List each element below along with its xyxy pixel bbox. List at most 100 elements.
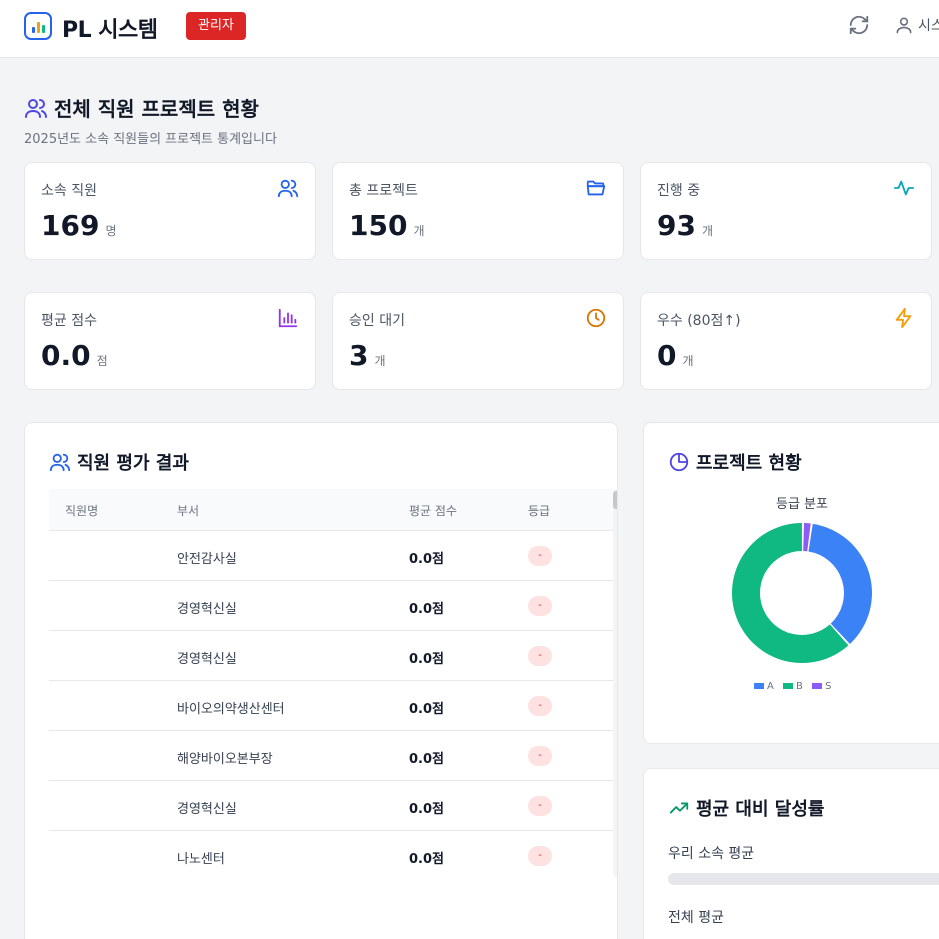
grade-badge: - (528, 796, 552, 816)
page-title: 전체 직원 프로젝트 현황 (54, 97, 259, 121)
cell-department: 나노센터 (177, 852, 225, 867)
cell-department: 경영혁신실 (177, 602, 237, 617)
users-icon (25, 98, 47, 118)
stat-unit: 개 (682, 354, 694, 368)
stat-value: 150 (349, 209, 408, 242)
cell-department: 바이오의약생산센터 (177, 702, 285, 717)
refresh-button[interactable] (848, 14, 874, 40)
legend-label: S (825, 681, 832, 692)
activity-icon (893, 180, 915, 196)
achievement-header: 평균 대비 달성률 (668, 795, 824, 821)
stat-label: 총 프로젝트 (349, 183, 418, 199)
top-header: PL 시스템 관리자 시스 (0, 0, 939, 58)
stat-label: 승인 대기 (349, 313, 405, 329)
table-scrollbar-track[interactable] (613, 489, 617, 877)
table-row[interactable]: 바이오의약생산센터 0.0점 - (49, 681, 615, 731)
cell-score: 0.0점 (409, 802, 444, 817)
grade-badge: - (528, 696, 552, 716)
stat-label: 우수 (80점↑) (657, 313, 741, 329)
grade-badge: - (528, 746, 552, 766)
table-scrollbar-thumb[interactable] (613, 491, 617, 509)
achievement-panel: 평균 대비 달성률 우리 소속 평균 전체 평균 (643, 768, 939, 939)
legend-item-b[interactable]: B (783, 681, 803, 692)
achievement-bar-ours (668, 873, 939, 885)
grade-badge: - (528, 646, 552, 666)
column-header-score[interactable]: 평균 점수 (409, 502, 457, 519)
table-row[interactable]: 나노센터 0.0점 - (49, 831, 615, 877)
achievement-title: 평균 대비 달성률 (696, 799, 825, 820)
stat-value: 169 (41, 209, 100, 242)
bar-chart-icon (278, 308, 298, 328)
stat-card-pending-approval: 승인 대기 3개 (332, 292, 624, 390)
stat-value: 93 (657, 209, 696, 242)
stat-value: 0.0 (41, 339, 91, 372)
chart-legend: A B S (754, 681, 837, 692)
evaluation-table: 직원명 부서 평균 점수 등급 안전감사실 0.0점 - 경영혁신실 0.0점 … (49, 489, 615, 877)
cell-score: 0.0점 (409, 552, 444, 567)
logo-chart-icon (24, 12, 52, 40)
stat-unit: 개 (374, 354, 386, 368)
legend-label: A (767, 681, 774, 692)
stat-value: 0 (657, 339, 677, 372)
grade-badge: - (528, 846, 552, 866)
project-status-title: 프로젝트 현황 (696, 453, 802, 474)
stat-unit: 개 (413, 224, 425, 238)
cell-score: 0.0점 (409, 752, 444, 767)
user-menu-label: 시스 (918, 17, 939, 34)
stat-card-in-progress: 진행 중 93 개 (640, 162, 932, 260)
stat-card-projects: 총 프로젝트 150 개 (332, 162, 624, 260)
user-icon (896, 17, 912, 33)
trending-up-icon (669, 802, 689, 814)
legend-item-a[interactable]: A (754, 681, 774, 692)
column-header-grade[interactable]: 등급 (528, 502, 550, 519)
grade-distribution-donut (732, 523, 872, 663)
cell-score: 0.0점 (409, 652, 444, 667)
project-status-header: 프로젝트 현황 (668, 449, 802, 475)
lightning-icon (895, 307, 912, 329)
user-menu-button[interactable]: 시스 (894, 14, 939, 40)
evaluation-title: 직원 평가 결과 (77, 453, 189, 474)
column-header-name[interactable]: 직원명 (65, 502, 98, 519)
app-title: PL 시스템 (62, 18, 158, 43)
table-row[interactable]: 안전감사실 0.0점 - (49, 531, 615, 581)
evaluation-panel-header: 직원 평가 결과 (49, 449, 189, 475)
achievement-label-total: 전체 평균 (668, 910, 724, 926)
legend-item-s[interactable]: S (812, 681, 831, 692)
stat-card-average-score: 평균 점수 0.0 점 (24, 292, 316, 390)
refresh-icon (849, 15, 869, 35)
project-status-panel: 프로젝트 현황 등급 분포 A B S (643, 422, 939, 744)
cell-score: 0.0점 (409, 602, 444, 617)
table-row[interactable]: 해양바이오본부장 0.0점 - (49, 731, 615, 781)
cell-department: 해양바이오본부장 (177, 752, 273, 767)
stat-value: 3 (349, 339, 369, 372)
stat-unit: 점 (96, 354, 108, 368)
cell-department: 안전감사실 (177, 552, 237, 567)
page-subtitle: 2025년도 소속 직원들의 프로젝트 통계입니다 (24, 132, 277, 147)
cell-department: 경영혁신실 (177, 802, 237, 817)
table-header: 직원명 부서 평균 점수 등급 (49, 489, 615, 531)
users-icon (277, 179, 299, 198)
donut-slice-a[interactable] (808, 523, 872, 644)
stat-card-excellent: 우수 (80점↑) 0개 (640, 292, 932, 390)
folder-icon (586, 180, 606, 196)
chart-title: 등급 분포 (776, 497, 828, 512)
cell-score: 0.0점 (409, 852, 444, 867)
table-row[interactable]: 경영혁신실 0.0점 - (49, 581, 615, 631)
grade-badge: - (528, 546, 552, 566)
page-heading: 전체 직원 프로젝트 현황 (24, 93, 259, 121)
grade-badge: - (528, 596, 552, 616)
table-row[interactable]: 경영혁신실 0.0점 - (49, 781, 615, 831)
table-row[interactable]: 경영혁신실 0.0점 - (49, 631, 615, 681)
evaluation-panel: 직원 평가 결과 직원명 부서 평균 점수 등급 안전감사실 0.0점 - 경영… (24, 422, 618, 939)
cell-score: 0.0점 (409, 702, 444, 717)
stat-label: 평균 점수 (41, 313, 97, 329)
pie-chart-icon (669, 452, 689, 472)
clock-icon (586, 308, 606, 328)
stat-label: 소속 직원 (41, 183, 97, 199)
users-icon (49, 453, 71, 472)
stat-label: 진행 중 (657, 183, 701, 199)
column-header-department[interactable]: 부서 (177, 502, 199, 519)
stat-unit: 명 (105, 224, 117, 238)
legend-label: B (796, 681, 803, 692)
stat-card-employees: 소속 직원 169 명 (24, 162, 316, 260)
